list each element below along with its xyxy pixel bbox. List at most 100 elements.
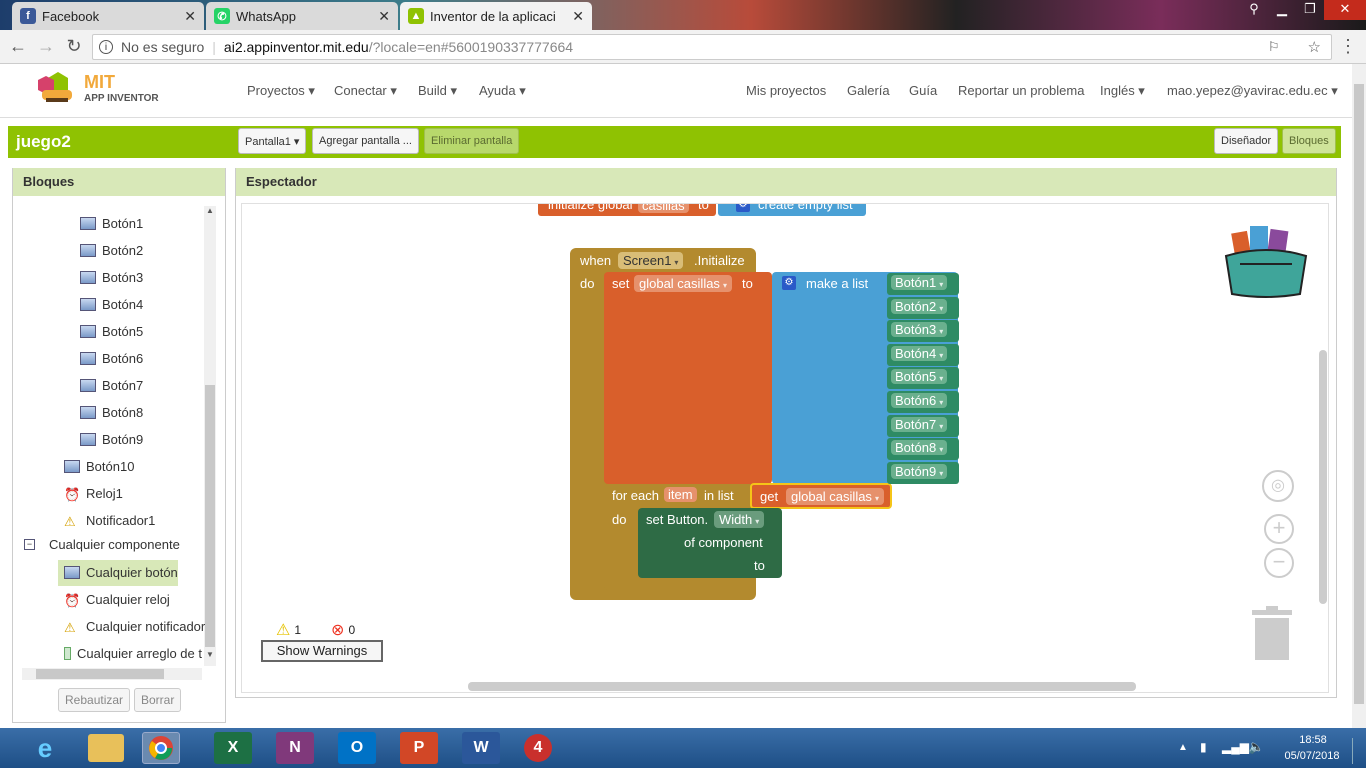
button-dropdown[interactable]: Botón5 ▾: [891, 369, 948, 385]
set-global-block[interactable]: set global casillas ▾ to: [604, 272, 772, 484]
close-window-icon[interactable]: ✕: [1324, 0, 1366, 20]
scrollbar-thumb[interactable]: [205, 385, 215, 647]
button-value-block[interactable]: Botón1 ▾: [887, 273, 959, 295]
menu-guia[interactable]: Guía: [909, 83, 937, 98]
backpack-icon[interactable]: [1220, 216, 1312, 300]
forward-icon[interactable]: →: [34, 36, 58, 57]
tree-item-boton5[interactable]: Botón5: [80, 324, 143, 339]
tree-item-any-notifier[interactable]: ⚠ Cualquier notificador: [64, 619, 205, 635]
button-value-block[interactable]: Botón5 ▾: [887, 367, 959, 390]
chrome-icon[interactable]: [142, 732, 180, 764]
minimize-icon[interactable]: ▁: [1268, 0, 1296, 20]
volume-icon[interactable]: 🔈: [1248, 739, 1264, 755]
tree-item-boton3[interactable]: Botón3: [80, 270, 143, 285]
tree-item-reloj1[interactable]: ⏰ Reloj1: [64, 486, 123, 502]
menu-reportar[interactable]: Reportar un problema: [958, 83, 1084, 98]
menu-idioma[interactable]: Inglés ▾: [1100, 83, 1145, 99]
button-value-block[interactable]: Botón6 ▾: [887, 391, 959, 413]
button-dropdown[interactable]: Botón2 ▾: [891, 298, 948, 314]
designer-button[interactable]: Diseñador: [1214, 128, 1279, 154]
item-variable[interactable]: item: [664, 487, 697, 502]
menu-proyectos[interactable]: Proyectos ▾: [247, 83, 315, 99]
rename-button[interactable]: Rebautizar: [58, 688, 131, 712]
battery-icon[interactable]: ▮: [1200, 740, 1207, 754]
tree-item-boton10[interactable]: Botón10: [64, 459, 134, 474]
blocks-button[interactable]: Bloques: [1282, 128, 1336, 154]
create-empty-list-block[interactable]: ⚙ create empty list: [718, 204, 866, 216]
tree-item-boton1[interactable]: Botón1: [80, 216, 143, 231]
url-bar[interactable]: i No es seguro | ai2.appinventor.mit.edu…: [92, 34, 1332, 60]
info-icon[interactable]: i: [99, 40, 113, 54]
tree-item-boton9[interactable]: Botón9: [80, 432, 143, 447]
tree-item-any-arrangement[interactable]: Cualquier arreglo de t: [64, 646, 202, 661]
blocks-workspace[interactable]: initialize global casillas to ⚙ create e…: [241, 203, 1329, 693]
clock-time[interactable]: 18:58: [1286, 734, 1340, 746]
show-hidden-icons-icon[interactable]: ▲: [1178, 742, 1188, 753]
menu-galeria[interactable]: Galería: [847, 83, 890, 98]
app-inventor-logo-icon[interactable]: [36, 70, 80, 106]
button-value-block[interactable]: Botón9 ▾: [887, 461, 959, 484]
reload-icon[interactable]: ↻: [62, 36, 86, 57]
back-icon[interactable]: ←: [6, 36, 30, 57]
clock-date[interactable]: 05/07/2018: [1280, 750, 1344, 762]
translate-icon[interactable]: ⚐: [1268, 39, 1280, 55]
tab-facebook[interactable]: f Facebook ✕: [12, 2, 204, 30]
onenote-icon[interactable]: N: [276, 732, 314, 764]
powerpoint-icon[interactable]: P: [400, 732, 438, 764]
get-global-dropdown[interactable]: global casillas ▾: [786, 488, 884, 505]
show-desktop-button[interactable]: [1352, 738, 1364, 764]
tree-item-any-clock[interactable]: ⏰ Cualquier reloj: [64, 592, 170, 608]
tab-app-inventor[interactable]: ▲ Inventor de la aplicaci ✕: [400, 2, 592, 30]
menu-conectar[interactable]: Conectar ▾: [334, 83, 397, 99]
menu-mis-proyectos[interactable]: Mis proyectos: [746, 83, 826, 98]
excel-icon[interactable]: X: [214, 732, 252, 764]
close-icon[interactable]: ✕: [184, 8, 196, 25]
zoom-in-icon[interactable]: +: [1264, 514, 1294, 544]
tree-item-notificador1[interactable]: ⚠ Notificador1: [64, 513, 155, 529]
outlook-icon[interactable]: O: [338, 732, 376, 764]
button-dropdown[interactable]: Botón6 ▾: [891, 393, 948, 408]
menu-build[interactable]: Build ▾: [418, 83, 457, 99]
trash-icon[interactable]: [1252, 606, 1292, 660]
get-global-block[interactable]: get global casillas ▾: [750, 483, 892, 509]
close-icon[interactable]: ✕: [378, 8, 390, 25]
button-value-block[interactable]: Botón8 ▾: [887, 438, 959, 461]
menu-dots-icon[interactable]: ⋮: [1336, 36, 1360, 57]
menu-ayuda[interactable]: Ayuda ▾: [479, 83, 526, 99]
tree-item-boton6[interactable]: Botón6: [80, 351, 143, 366]
word-icon[interactable]: W: [462, 732, 500, 764]
tree-item-any-button[interactable]: Cualquier botón: [64, 565, 178, 580]
button-dropdown[interactable]: Botón3 ▾: [891, 322, 948, 338]
add-screen-button[interactable]: Agregar pantalla ...: [312, 128, 419, 154]
scroll-down-icon[interactable]: ▼: [206, 650, 214, 659]
button-dropdown[interactable]: Botón1 ▾: [891, 275, 948, 290]
signal-icon[interactable]: ▂▄▆: [1222, 740, 1249, 754]
page-scrollbar-thumb[interactable]: [1354, 84, 1364, 704]
user-icon[interactable]: ⚲: [1240, 0, 1268, 20]
screen-select-button[interactable]: Pantalla1 ▾: [238, 128, 307, 154]
app-4-2-icon[interactable]: 4: [524, 734, 552, 762]
set-button-width-block[interactable]: set Button. Width ▾ of component to: [638, 508, 782, 578]
screen-dropdown[interactable]: Screen1 ▾: [618, 252, 684, 269]
workspace-horizontal-scrollbar[interactable]: [468, 682, 1136, 691]
tree-item-boton7[interactable]: Botón7: [80, 378, 143, 393]
button-dropdown[interactable]: Botón7 ▾: [891, 416, 948, 432]
button-dropdown[interactable]: Botón8 ▾: [891, 440, 948, 456]
tree-item-boton2[interactable]: Botón2: [80, 243, 143, 258]
width-dropdown[interactable]: Width ▾: [714, 511, 765, 528]
button-value-block[interactable]: Botón4 ▾: [887, 343, 959, 366]
star-icon[interactable]: ☆: [1308, 38, 1321, 56]
tree-item-boton8[interactable]: Botón8: [80, 405, 143, 420]
zoom-out-icon[interactable]: −: [1264, 548, 1294, 578]
workspace-vertical-scrollbar[interactable]: [1319, 350, 1327, 604]
button-value-block[interactable]: Botón2 ▾: [887, 296, 959, 319]
ie-icon[interactable]: e: [26, 732, 64, 764]
show-warnings-button[interactable]: Show Warnings: [261, 640, 383, 662]
button-value-block[interactable]: Botón3 ▾: [887, 320, 959, 343]
gear-icon[interactable]: ⚙: [782, 276, 796, 290]
delete-button[interactable]: Borrar: [134, 688, 182, 712]
button-dropdown[interactable]: Botón9 ▾: [891, 463, 948, 479]
button-dropdown[interactable]: Botón4 ▾: [891, 345, 948, 361]
global-casillas-dropdown[interactable]: global casillas ▾: [634, 275, 732, 292]
collapse-icon[interactable]: −: [24, 539, 35, 550]
